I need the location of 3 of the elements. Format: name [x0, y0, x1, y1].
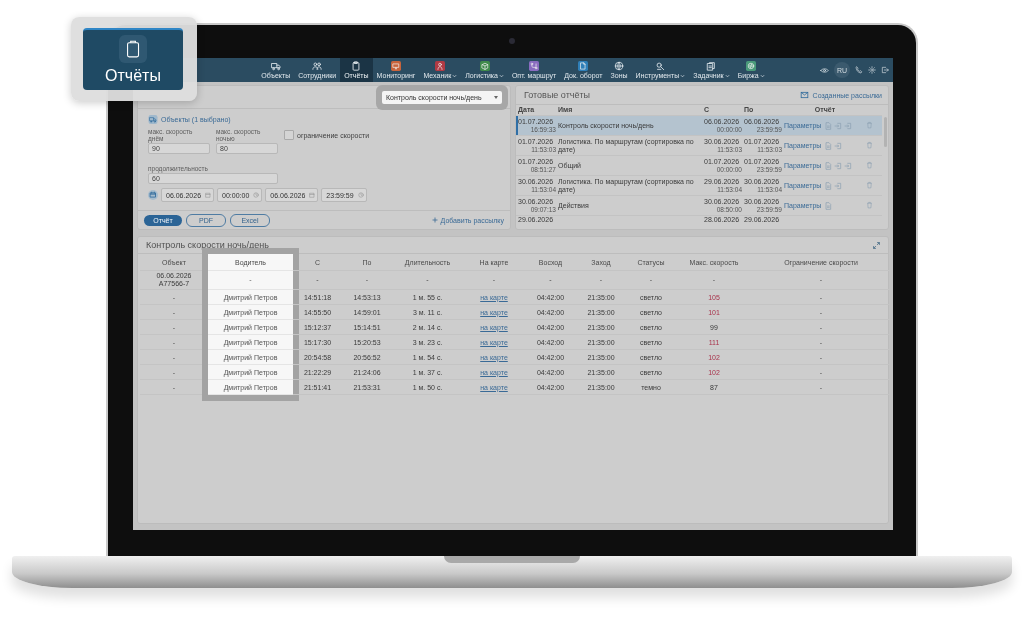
panel-title: Контроль скорости ночь/день — [146, 240, 269, 250]
callout-label: Отчёты — [105, 67, 161, 85]
panel-title: Готовые отчёты — [524, 90, 591, 100]
